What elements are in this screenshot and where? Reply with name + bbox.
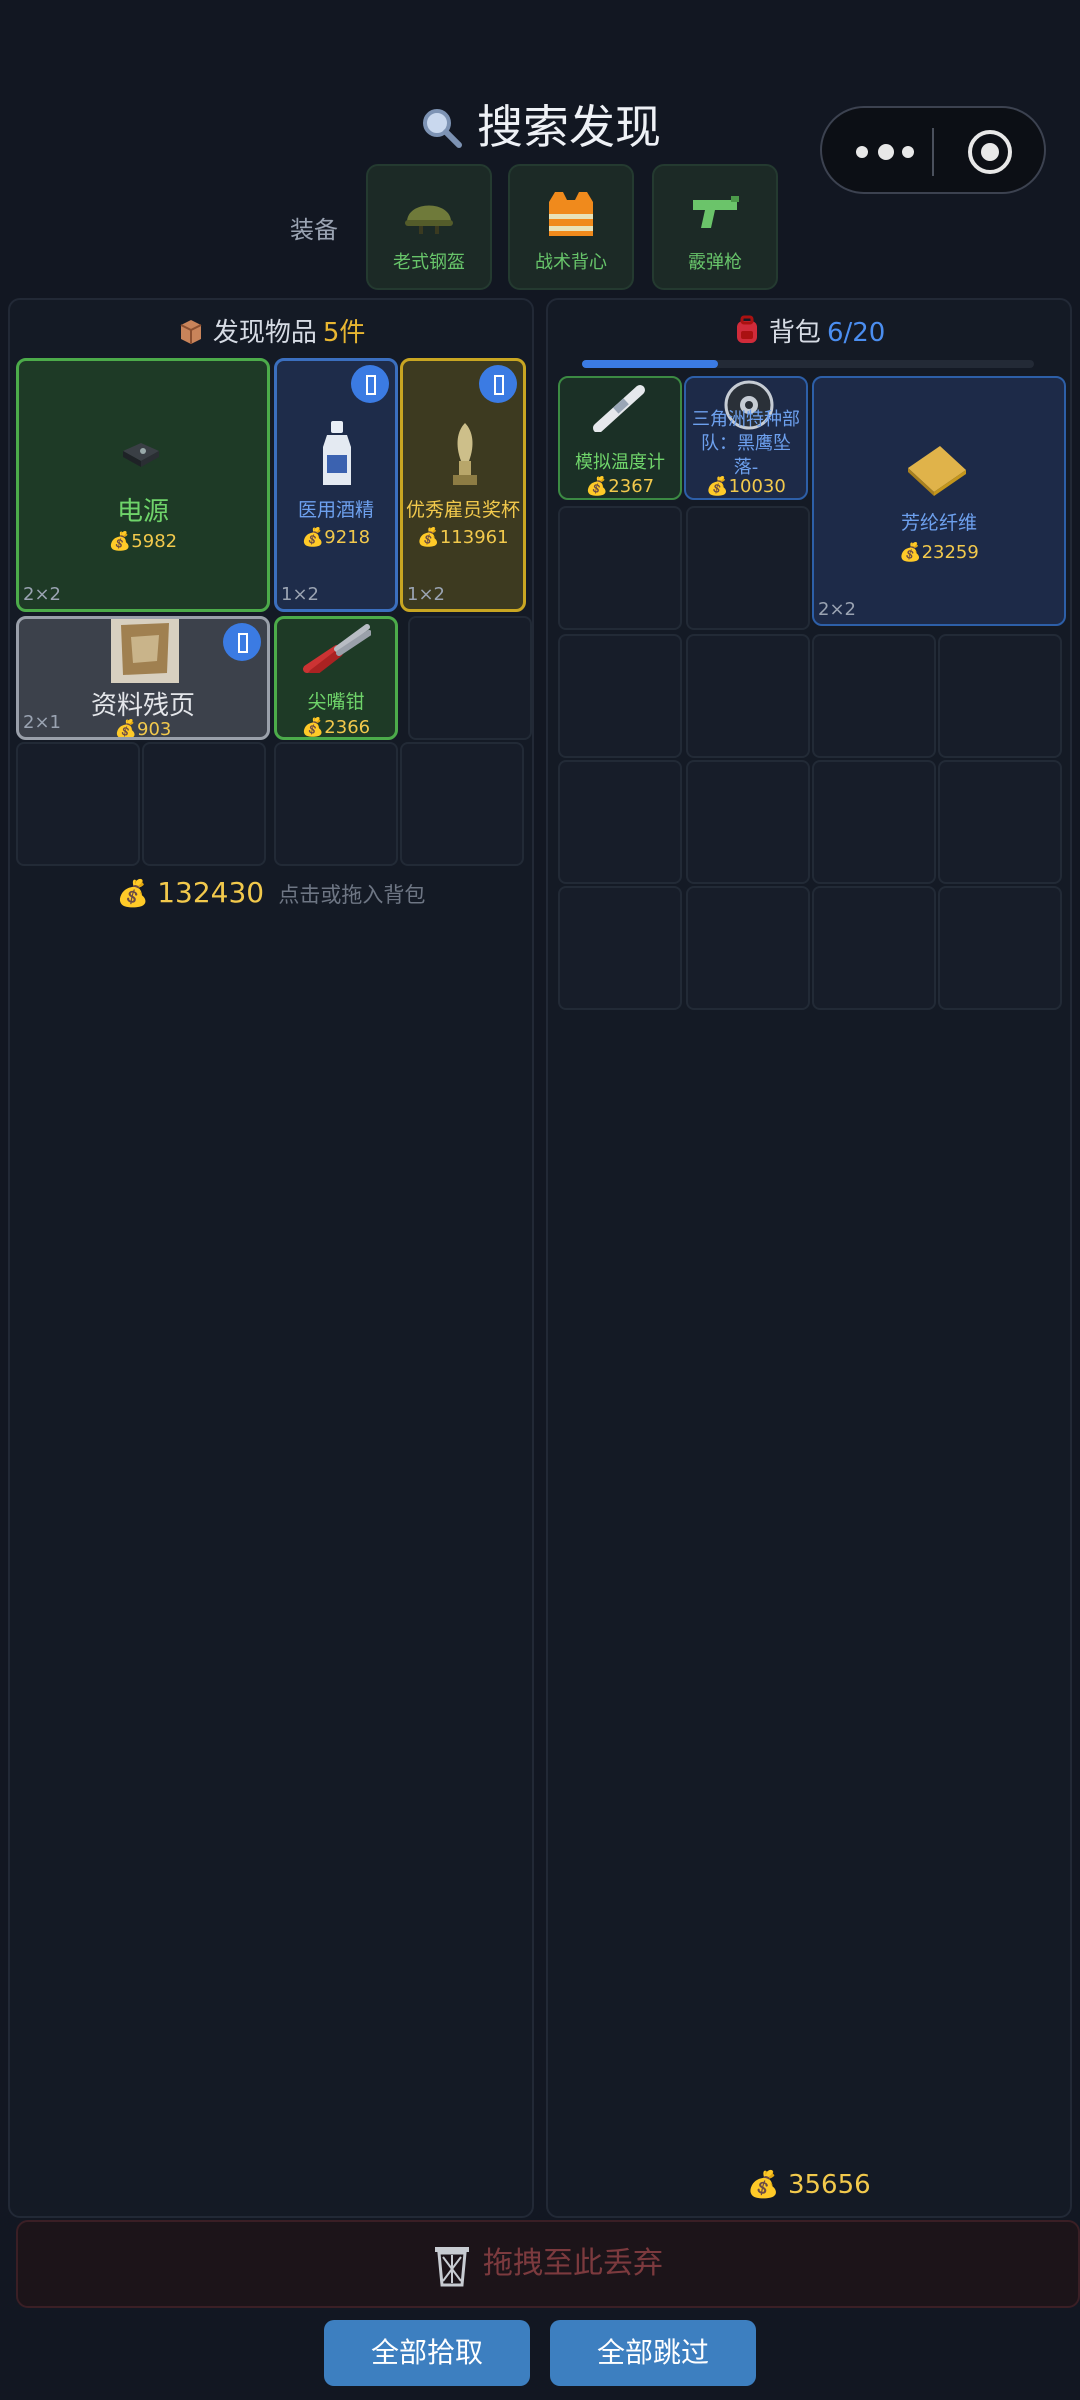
equip-label: 装备 (290, 216, 338, 244)
document-scrap-icon (111, 619, 179, 683)
money-bag-icon: 💰 (301, 527, 325, 548)
grid-cell[interactable] (686, 760, 810, 884)
found-item-power-supply[interactable]: 电源 💰5982 2×2 (16, 358, 270, 612)
grid-cell[interactable] (812, 886, 936, 1010)
grid-cell[interactable] (558, 886, 682, 1010)
grid-cell[interactable] (400, 742, 524, 866)
item-price: 💰10030 (706, 476, 786, 497)
money-bag-icon: 💰 (706, 476, 729, 497)
grid-cell[interactable] (558, 506, 682, 630)
grid-cell[interactable] (16, 742, 140, 866)
skip-all-button[interactable]: 全部跳过 (550, 2320, 756, 2386)
close-target-icon[interactable] (968, 130, 1012, 174)
backpack-total-value: 35656 (787, 2170, 871, 2200)
money-bag-icon: 💰 (417, 527, 440, 548)
equip-slot-vest[interactable]: 战术背心 (508, 164, 634, 290)
found-items-panel: 发现物品 5件 电源 💰5982 2×2 医用酒精 💰9218 1×2 优秀雇员奖… (8, 298, 534, 2218)
money-bag-icon: 💰 (108, 531, 132, 552)
grid-cell[interactable] (938, 634, 1062, 758)
trophy-icon (453, 423, 477, 485)
capsule-divider (932, 128, 934, 176)
found-total-value: 132430 (157, 876, 265, 909)
helmet-icon (405, 205, 453, 234)
discard-label: 拖拽至此丢弃 (483, 2246, 663, 2281)
grid-cell[interactable] (558, 760, 682, 884)
pick-all-button[interactable]: 全部拾取 (324, 2320, 530, 2386)
backpack-count: 6/20 (826, 318, 886, 348)
box-icon (177, 318, 213, 348)
found-items-title: 发现物品 (212, 318, 317, 348)
search-icon (419, 94, 463, 164)
item-price: 💰2367 (585, 476, 655, 497)
money-bag-icon: 💰 (301, 717, 325, 738)
pickup-hint: 点击或拖入背包 (278, 883, 426, 907)
found-items-count: 5件 (322, 318, 366, 348)
backpack-item-aramid-fiber[interactable]: 芳纶纤维 💰23259 2×2 (812, 376, 1066, 626)
shotgun-icon (693, 196, 739, 228)
money-bag-icon: 💰 (747, 2170, 780, 2200)
backpack-item-disc[interactable]: 三角洲特种部队：黑鹰坠落- 💰10030 (684, 376, 808, 500)
vest-icon (549, 192, 593, 236)
grid-cell[interactable] (812, 760, 936, 884)
equip-slot-helmet[interactable]: 老式钢盔 (366, 164, 492, 290)
grid-cell[interactable] (558, 634, 682, 758)
grid-cell[interactable] (686, 634, 810, 758)
alcohol-bottle-icon (323, 421, 351, 485)
backpack-title: 背包 (768, 318, 821, 348)
item-size: 1×2 (281, 584, 319, 605)
item-size: 2×2 (818, 599, 856, 620)
discard-drop-zone[interactable]: 拖拽至此丢弃 (16, 2220, 1080, 2308)
more-icon[interactable] (852, 130, 932, 174)
item-price: 💰2366 (301, 717, 371, 738)
backpack-panel: 背包 6/20 模拟温度计 💰2367 三角洲特种部队：黑鹰坠落- 💰10030 … (546, 298, 1072, 2218)
title-text: 搜索发现 (477, 100, 661, 154)
item-size: 1×2 (407, 584, 445, 605)
item-price: 💰5982 (108, 531, 178, 552)
grid-cell[interactable] (142, 742, 266, 866)
backpack-icon (733, 315, 769, 348)
power-supply-icon (123, 443, 159, 467)
grid-cell[interactable] (938, 760, 1062, 884)
info-badge-icon[interactable] (351, 365, 389, 403)
grid-cell[interactable] (686, 886, 810, 1010)
money-bag-icon: 💰 (899, 542, 922, 563)
backpack-header: 背包 6/20 (548, 312, 1070, 349)
item-price: 💰9218 (301, 527, 371, 548)
grid-cell[interactable] (274, 742, 398, 866)
item-price: 💰23259 (899, 542, 979, 563)
money-bag-icon: 💰 (114, 719, 138, 740)
grid-cell[interactable] (812, 634, 936, 758)
backpack-capacity-bar (582, 360, 1034, 368)
found-items-total: 💰 132430 点击或拖入背包 (8, 876, 534, 909)
found-items-header: 发现物品 5件 (10, 312, 532, 349)
thermometer-icon (593, 385, 645, 432)
trash-bin-icon (435, 2246, 469, 2286)
found-item-pliers[interactable]: 尖嘴钳 💰2366 (274, 616, 398, 740)
found-item-alcohol[interactable]: 医用酒精 💰9218 1×2 (274, 358, 398, 612)
money-bag-icon: 💰 (116, 879, 149, 909)
backpack-item-thermometer[interactable]: 模拟温度计 💰2367 (558, 376, 682, 500)
info-badge-icon[interactable] (479, 365, 517, 403)
grid-cell[interactable] (686, 506, 810, 630)
equip-slot-shotgun[interactable]: 霰弹枪 (652, 164, 778, 290)
backpack-total: 💰 35656 (546, 2170, 1072, 2200)
backpack-capacity-fill (582, 360, 718, 368)
grid-cell[interactable] (408, 616, 532, 740)
fiber-icon (908, 446, 966, 496)
money-bag-icon: 💰 (585, 476, 609, 497)
pliers-icon (303, 624, 371, 673)
found-item-document-scrap[interactable]: 资料残页 💰903 2×1 (16, 616, 270, 740)
item-size: 2×2 (23, 584, 61, 605)
item-price: 💰113961 (417, 527, 509, 548)
grid-cell[interactable] (938, 886, 1062, 1010)
item-size: 2×1 (23, 712, 61, 733)
info-badge-icon[interactable] (223, 623, 261, 661)
found-item-trophy[interactable]: 优秀雇员奖杯 💰113961 1×2 (400, 358, 526, 612)
miniprogram-capsule (820, 106, 1046, 194)
